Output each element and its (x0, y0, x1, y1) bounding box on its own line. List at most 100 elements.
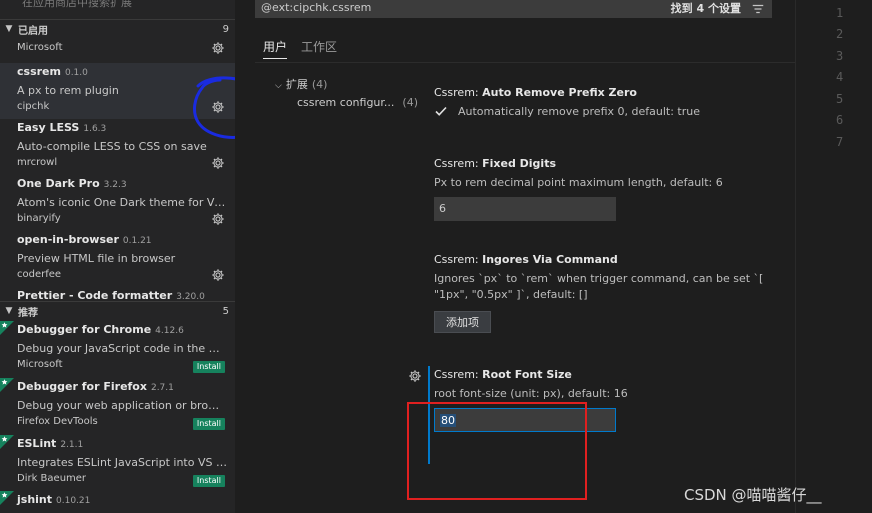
tab-divider (255, 62, 795, 63)
extensions-sidebar: 在应用商店中搜索扩展 ▼ 已启用 9 Microsoft cssrem 0.1.0… (0, 0, 235, 513)
setting-fixed-digits: Cssrem: Fixed Digits Px to rem decimal p… (434, 157, 794, 221)
extension-item-debugger-firefox[interactable]: Debugger for Firefox 2.7.1 Debug your web… (0, 378, 235, 434)
line-number: 3 (836, 49, 844, 63)
recommended-section-label: 推荐 (18, 307, 38, 319)
setting-category: Cssrem: (434, 157, 483, 170)
line-number: 2 (836, 27, 844, 41)
setting-ingores-via-command: Cssrem: Ingores Via Command Ignores `px`… (434, 253, 794, 333)
extension-name: Easy LESS (17, 121, 80, 134)
extension-version: 0.10.21 (56, 496, 91, 506)
extension-name: Debugger for Chrome (17, 323, 152, 336)
extension-publisher: Microsoft (17, 42, 63, 53)
extension-publisher: coderfee (17, 269, 62, 280)
setting-description: Automatically remove prefix 0, default: … (458, 104, 700, 118)
extension-version: 2.7.1 (150, 383, 174, 393)
extension-version: 1.6.3 (83, 124, 107, 134)
gear-icon[interactable] (211, 212, 225, 226)
blue-circle-annotation (193, 76, 235, 139)
toc-item-cssrem[interactable]: cssrem configur... (4) (297, 96, 418, 109)
extension-item[interactable]: Microsoft (0, 4, 235, 60)
setting-name: Root Font Size (482, 368, 572, 381)
settings-found-count: 找到 4 个设置 (666, 0, 745, 18)
line-number: 6 (836, 113, 844, 127)
setting-category: Cssrem: (434, 253, 483, 266)
setting-category: Cssrem: (434, 368, 483, 381)
line-number: 7 (836, 135, 844, 149)
recommended-star-icon (0, 435, 14, 449)
setting-gear-icon[interactable] (408, 369, 422, 383)
extension-item-jshint[interactable]: jshint 0.10.21 (0, 491, 235, 513)
setting-description: Ignores `px` to `rem` when trigger comma… (434, 272, 764, 301)
filter-list-icon[interactable] (751, 2, 765, 16)
extension-publisher: binaryify (17, 213, 61, 224)
extension-description: Atom's iconic One Dark theme for Vis... (17, 196, 227, 209)
tab-user[interactable]: 用户 (263, 38, 288, 59)
install-button[interactable]: Install (192, 418, 225, 430)
extension-name: Prettier - Code formatter (17, 289, 173, 301)
gear-icon[interactable] (211, 156, 225, 170)
extension-publisher: Microsoft (17, 359, 63, 370)
extension-name: One Dark Pro (17, 177, 100, 190)
recommended-section-header[interactable]: ▼ 推荐 5 (0, 301, 235, 320)
line-number: 5 (836, 92, 844, 106)
extension-item-eslint[interactable]: ESLint 2.1.1 Integrates ESLint JavaScript… (0, 435, 235, 491)
gear-icon[interactable] (211, 41, 225, 55)
setting-name: Ingores Via Command (482, 253, 618, 266)
tab-workspace[interactable]: 工作区 (301, 38, 337, 59)
setting-name: Auto Remove Prefix Zero (482, 86, 637, 99)
add-item-button[interactable]: 添加项 (434, 311, 491, 333)
recommended-section-count: 5 (222, 305, 229, 317)
toc-group-label: 扩展 (285, 78, 308, 91)
extension-description: Auto-compile LESS to CSS on save (17, 140, 207, 153)
extension-name: open-in-browser (17, 233, 119, 246)
toc-group-extensions[interactable]: ⌵ 扩展 (4) (275, 76, 327, 92)
extension-description: Debug your web application or brows... (17, 399, 227, 412)
extension-item-open-in-browser[interactable]: open-in-browser 0.1.21 Preview HTML file … (0, 231, 235, 287)
settings-scope-tabs: 用户 工作区 (263, 38, 337, 59)
setting-description: Px to rem decimal point maximum length, … (434, 176, 723, 189)
install-button[interactable]: Install (192, 361, 225, 373)
toc-item-count: (4) (402, 96, 418, 109)
extension-name: Debugger for Firefox (17, 380, 147, 393)
csdn-watermark: CSDN @喵喵酱仔__ (684, 486, 822, 504)
line-number: 4 (836, 70, 844, 84)
recommended-star-icon (0, 378, 14, 392)
toc-item-label: cssrem configur... (297, 96, 395, 109)
extension-name: ESLint (17, 437, 57, 450)
extension-item-debugger-chrome[interactable]: Debugger for Chrome 4.12.6 Debug your Jav… (0, 321, 235, 377)
chevron-down-icon: ⌵ (275, 81, 282, 91)
extension-publisher: cipchk (17, 101, 50, 112)
extension-description: Integrates ESLint JavaScript into VS C..… (17, 456, 227, 469)
extension-version: 0.1.21 (122, 236, 152, 246)
extension-description: Preview HTML file in browser (17, 252, 176, 265)
extension-version: 2.1.1 (60, 440, 84, 450)
extension-name: cssrem (17, 65, 61, 78)
recommended-star-icon (0, 321, 14, 335)
line-number: 1 (836, 6, 844, 20)
gear-icon[interactable] (211, 268, 225, 282)
setting-description: root font-size (unit: px), default: 16 (434, 387, 628, 400)
extension-item-prettier[interactable]: Prettier - Code formatter 3.20.0 (0, 287, 235, 301)
extension-description: Debug your JavaScript code in the Ch... (17, 342, 227, 355)
install-button[interactable]: Install (192, 475, 225, 487)
recommended-star-icon (0, 491, 14, 505)
chevron-down-icon: ▼ (5, 306, 13, 316)
extension-version: 0.1.0 (64, 68, 88, 78)
extension-item-one-dark-pro[interactable]: One Dark Pro 3.2.3 Atom's iconic One Dark… (0, 175, 235, 231)
extension-name: jshint (17, 493, 53, 506)
setting-name: Fixed Digits (482, 157, 557, 170)
checkbox-checked-icon[interactable] (434, 104, 448, 118)
extension-version: 3.2.3 (103, 180, 127, 190)
editor-gutter: 1 2 3 4 5 6 7 (795, 0, 872, 513)
fixed-digits-input[interactable]: 6 (434, 197, 616, 221)
extension-publisher: mrcrowl (17, 157, 58, 168)
toc-group-count: (4) (311, 78, 328, 91)
extension-version: 3.20.0 (176, 292, 205, 301)
extension-version: 4.12.6 (155, 326, 184, 336)
setting-auto-remove-prefix-zero: Cssrem: Auto Remove Prefix Zero Automati… (434, 86, 794, 118)
extension-publisher: Firefox DevTools (17, 416, 98, 427)
extension-publisher: Dirk Baeumer (17, 473, 87, 484)
red-box-annotation (407, 402, 587, 500)
setting-category: Cssrem: (434, 86, 483, 99)
panel-divider (235, 0, 255, 513)
